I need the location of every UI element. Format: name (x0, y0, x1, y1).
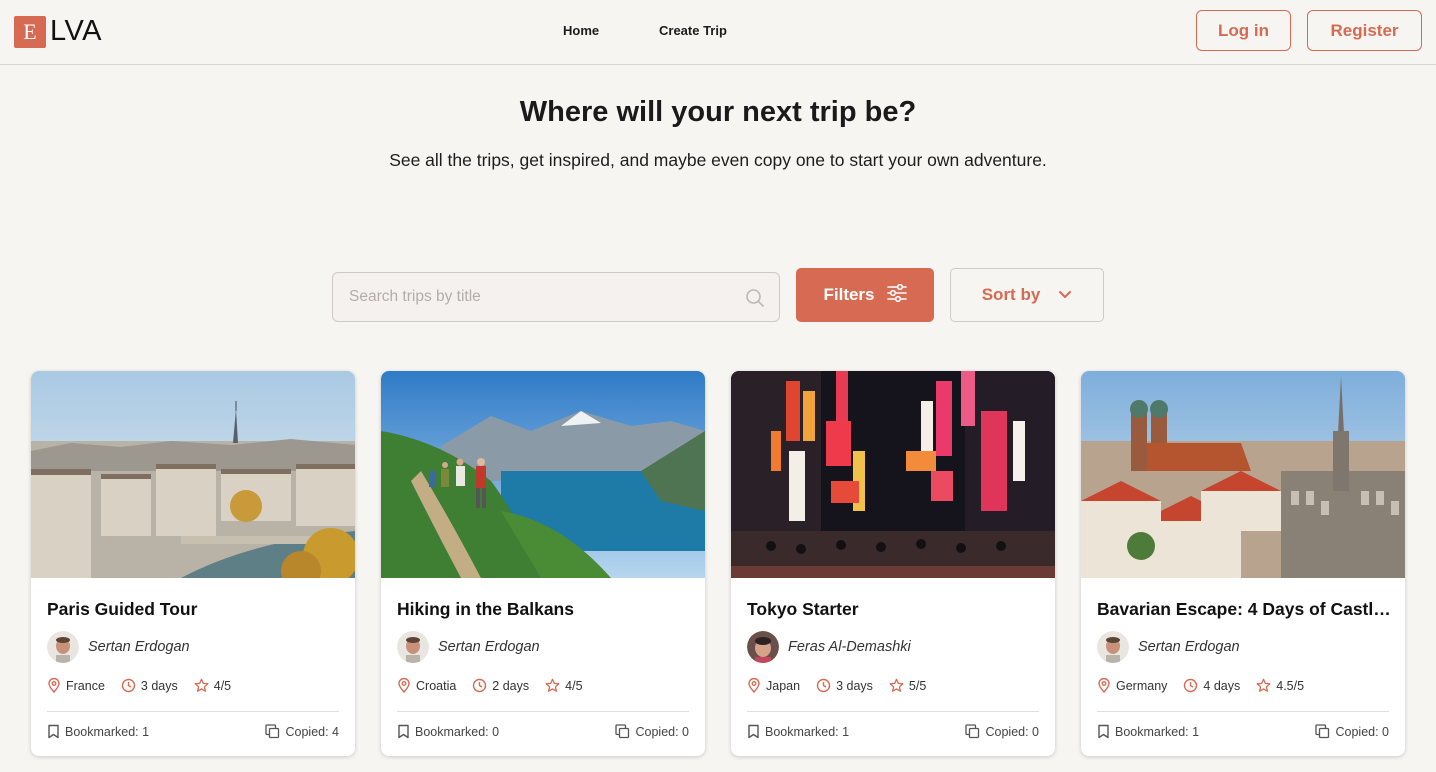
chevron-down-icon (1058, 285, 1072, 305)
trip-meta: France 3 days 4/5 (47, 678, 247, 693)
bookmark-count: Bookmarked: 0 (415, 724, 500, 739)
avatar (397, 631, 429, 663)
bookmark-count: Bookmarked: 1 (765, 724, 850, 739)
bookmark-icon[interactable] (397, 724, 410, 739)
trip-stats: Bookmarked: 1 Copied: 4 (47, 724, 339, 739)
author-name: Feras Al-Demashki (788, 639, 911, 655)
star-icon (889, 678, 904, 692)
copy-count: Copied: 0 (635, 724, 689, 739)
trip-meta: Germany 4 days 4.5/5 (1097, 678, 1320, 693)
trip-card[interactable]: Bavarian Escape: 4 Days of Castles & Cul… (1081, 371, 1405, 756)
trip-duration: 4 days (1203, 678, 1241, 693)
trip-card[interactable]: Hiking in the Balkans Sertan Erdogan Cro… (381, 371, 705, 756)
copy-count: Copied: 0 (985, 724, 1039, 739)
trip-stats: Bookmarked: 1 Copied: 0 (747, 724, 1039, 739)
trip-author[interactable]: Sertan Erdogan (47, 631, 190, 663)
trip-title[interactable]: Bavarian Escape: 4 Days of Castles & Cul… (1097, 599, 1393, 620)
logo[interactable]: E LVA (14, 15, 102, 48)
bookmark-count: Bookmarked: 1 (1115, 724, 1200, 739)
trip-rating: 4/5 (213, 678, 232, 693)
trip-duration: 2 days (492, 678, 530, 693)
trip-duration: 3 days (140, 678, 178, 693)
divider (397, 711, 689, 712)
trip-author[interactable]: Sertan Erdogan (397, 631, 540, 663)
avatar (1097, 631, 1129, 663)
trip-country: Germany (1116, 678, 1168, 693)
location-pin-icon (1098, 678, 1110, 693)
navbar: E LVA Home Create Trip Log in Register (0, 0, 1436, 65)
trip-rating: 4.5/5 (1276, 678, 1305, 693)
bookmark-icon[interactable] (747, 724, 760, 739)
bookmark-icon[interactable] (1097, 724, 1110, 739)
copy-icon[interactable] (1315, 724, 1330, 739)
copy-icon[interactable] (615, 724, 630, 739)
divider (1097, 711, 1389, 712)
register-button[interactable]: Register (1307, 10, 1422, 51)
nav-create-trip[interactable]: Create Trip (659, 23, 727, 38)
trip-author[interactable]: Feras Al-Demashki (747, 631, 911, 663)
location-pin-icon (48, 678, 60, 693)
avatar (47, 631, 79, 663)
sort-label: Sort by (981, 285, 1041, 304)
logo-text: LVA (50, 15, 103, 47)
author-name: Sertan Erdogan (438, 639, 540, 655)
star-icon (1256, 678, 1271, 692)
bookmark-count: Bookmarked: 1 (65, 724, 150, 739)
trip-meta: Japan 3 days 5/5 (747, 678, 942, 693)
trip-stats: Bookmarked: 0 Copied: 0 (397, 724, 689, 739)
copy-icon[interactable] (965, 724, 980, 739)
trip-author[interactable]: Sertan Erdogan (1097, 631, 1240, 663)
trip-country: Japan (766, 678, 801, 693)
nav-home[interactable]: Home (563, 23, 599, 38)
search-input[interactable] (349, 273, 729, 321)
logo-mark: E (14, 15, 46, 48)
search-box (332, 272, 780, 322)
sliders-icon (886, 283, 907, 307)
page-title: Where will your next trip be? (519, 96, 917, 128)
trip-image (1081, 371, 1405, 578)
filters-button[interactable]: Filters (796, 268, 934, 322)
trip-duration: 3 days (836, 678, 873, 693)
avatar (747, 631, 779, 663)
trip-country: Croatia (416, 678, 457, 693)
star-icon (194, 678, 209, 692)
bookmark-icon[interactable] (47, 724, 60, 739)
trip-image (31, 371, 355, 578)
copy-icon[interactable] (265, 724, 280, 739)
clock-icon (121, 678, 136, 693)
author-name: Sertan Erdogan (1138, 639, 1240, 655)
trip-rating: 5/5 (908, 678, 927, 693)
sort-dropdown[interactable]: Sort by (950, 268, 1104, 322)
location-pin-icon (748, 678, 760, 693)
clock-icon (1184, 678, 1198, 693)
page-subtitle: See all the trips, get inspired, and may… (389, 150, 1047, 170)
trip-title[interactable]: Paris Guided Tour (47, 599, 343, 620)
clock-icon (816, 678, 831, 693)
trip-rating: 4/5 (565, 678, 583, 693)
star-icon (545, 678, 560, 692)
trip-country: France (66, 678, 105, 693)
filters-label: Filters (823, 285, 875, 304)
clock-icon (473, 678, 487, 693)
trip-image (731, 371, 1055, 578)
trip-card[interactable]: Tokyo Starter Feras Al-Demashki Japan 3 … (731, 371, 1055, 756)
trip-title[interactable]: Tokyo Starter (747, 599, 1043, 620)
login-button[interactable]: Log in (1196, 10, 1291, 51)
trip-meta: Croatia 2 days 4/5 (397, 678, 599, 693)
copy-count: Copied: 0 (1335, 724, 1389, 739)
divider (747, 711, 1039, 712)
trip-card[interactable]: Paris Guided Tour Sertan Erdogan France … (31, 371, 355, 756)
search-icon[interactable] (745, 288, 765, 313)
copy-count: Copied: 4 (285, 724, 339, 739)
location-pin-icon (398, 678, 410, 693)
trip-image (381, 371, 705, 578)
trip-stats: Bookmarked: 1 Copied: 0 (1097, 724, 1389, 739)
trip-title[interactable]: Hiking in the Balkans (397, 599, 693, 620)
author-name: Sertan Erdogan (88, 639, 190, 655)
divider (47, 711, 339, 712)
